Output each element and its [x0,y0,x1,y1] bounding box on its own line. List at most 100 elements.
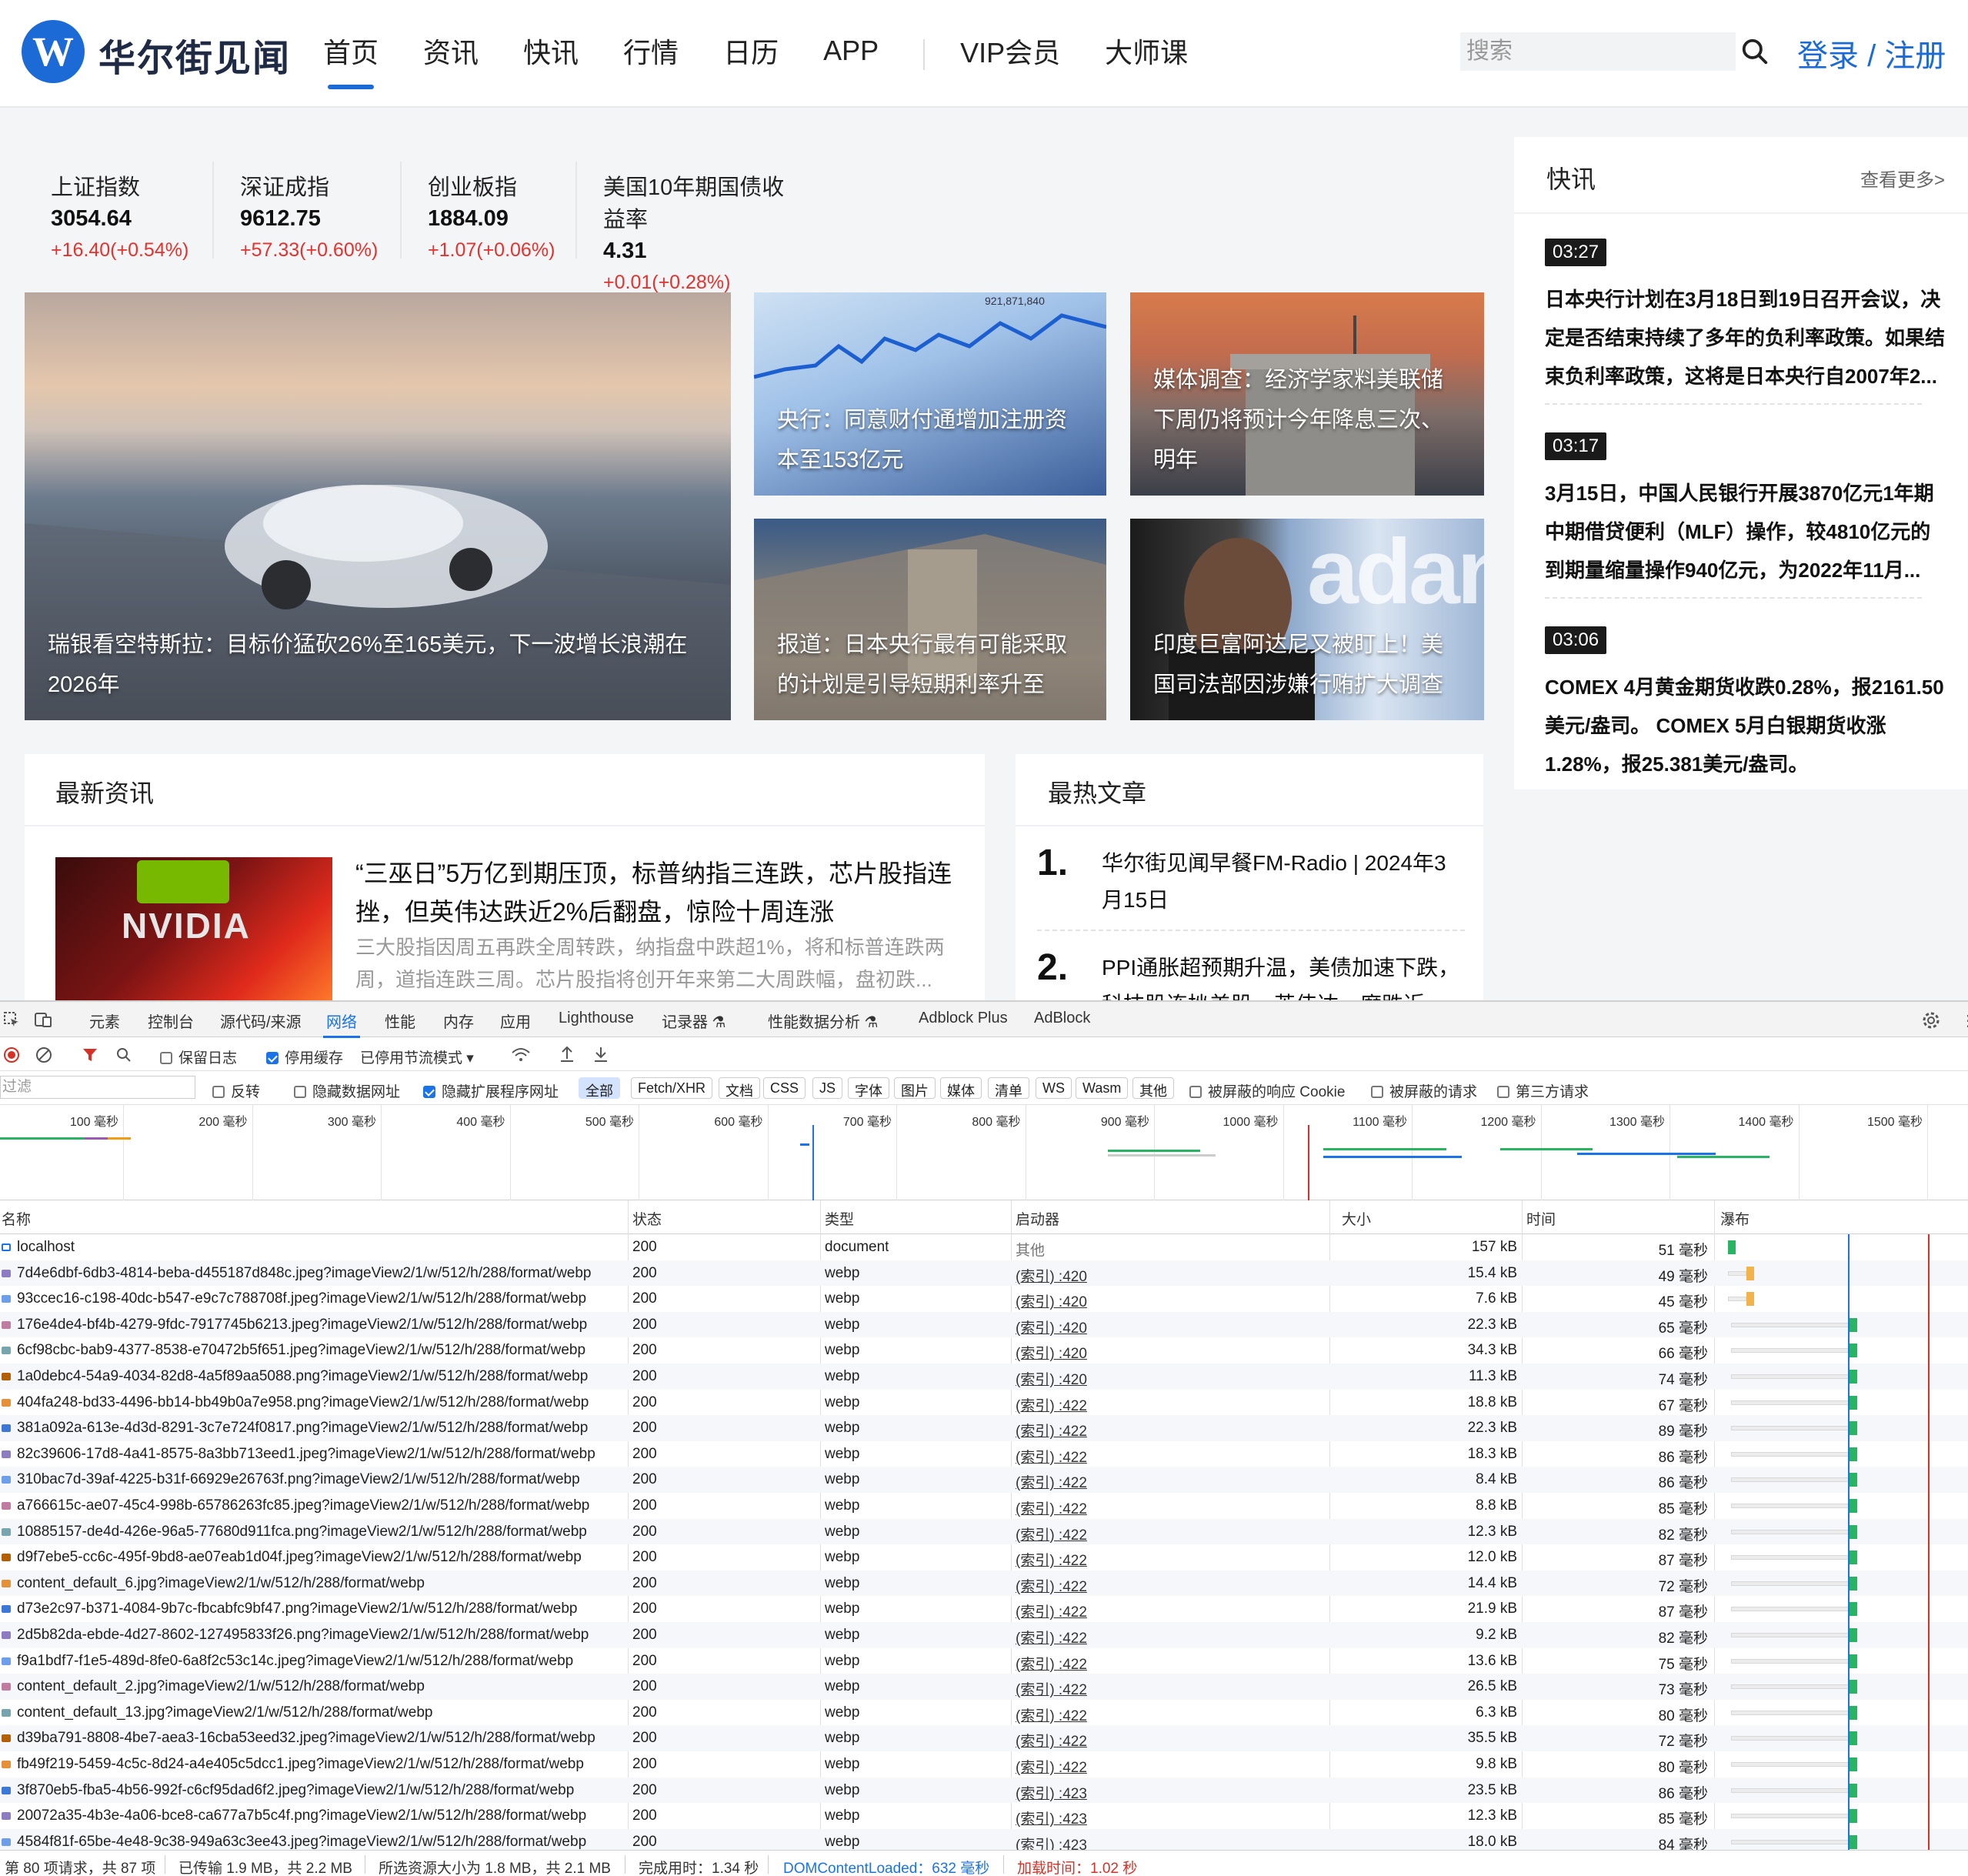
nav-markets[interactable]: 行情 [623,31,679,78]
request-initiator[interactable]: (索引) :422 [1016,1653,1087,1674]
checkbox[interactable] [1497,1086,1509,1098]
network-conditions-icon[interactable] [511,1046,531,1063]
disable-cache-checkbox[interactable]: 停用缓存 [266,1046,343,1067]
search-icon[interactable] [115,1046,132,1063]
tab-network[interactable]: 网络 [323,1010,360,1038]
request-initiator[interactable]: (索引) :420 [1016,1290,1087,1311]
tab-recorder[interactable]: 记录器 ⚗ [662,1010,726,1032]
logo-text[interactable]: 华尔街见闻 [98,28,291,82]
type-filter-media[interactable]: 媒体 [940,1077,982,1099]
request-initiator[interactable]: (索引) :420 [1016,1342,1087,1363]
request-initiator[interactable]: (索引) :422 [1016,1549,1087,1570]
hero-article[interactable]: adani 印度巨富阿达尼又被盯上！美国司法部因涉嫌行贿扩大调查 [1130,519,1484,720]
column-name[interactable]: 名称 [2,1208,31,1229]
request-initiator[interactable]: (索引) :420 [1016,1265,1087,1286]
index-card[interactable]: 创业板指 1884.09 +1.07(+0.06%) [400,162,575,261]
request-row[interactable]: 7d4e6dbf-6db3-4814-beba-d455187d848c.jpe… [0,1260,1968,1287]
import-har-icon[interactable] [559,1045,575,1063]
timeline-overview[interactable]: 100 毫秒 200 毫秒 300 毫秒 400 毫秒 500 毫秒 600 毫秒 700 … [0,1105,1968,1200]
flash-item[interactable]: 03:06 COMEX 4月黄金期货收跌0.28%，报2161.50美元/盎司。… [1545,626,1945,783]
type-filter-img[interactable]: 图片 [894,1077,936,1099]
flash-more-link[interactable]: 查看更多> [1860,165,1945,192]
tab-memory[interactable]: 内存 [443,1010,474,1032]
settings-gear-icon[interactable] [1922,1011,1940,1030]
logo-icon[interactable]: W [22,20,85,83]
checkbox[interactable] [294,1086,306,1098]
type-filter-doc[interactable]: 文档 [719,1077,760,1099]
hero-article[interactable]: 媒体调查：经济学家料美联储下周仍将预计今年降息三次、明年 [1130,292,1484,496]
column-type[interactable]: 类型 [825,1208,854,1229]
request-row[interactable]: 1a0debc4-54a9-4034-82d8-4a5f89aa5088.png… [0,1364,1968,1390]
request-row[interactable]: 20072a35-4b3e-4a06-bce8-ca677a7b5c4f.png… [0,1803,1968,1829]
request-initiator[interactable]: (索引) :423 [1016,1782,1087,1803]
request-row[interactable]: 82c39606-17d8-4a41-8575-8a3bb713eed1.jpe… [0,1441,1968,1467]
request-row[interactable]: 2d5b82da-ebde-4d27-8602-127495833f26.png… [0,1622,1968,1648]
type-filter-ws[interactable]: WS [1036,1077,1072,1099]
index-card[interactable]: 上证指数 3054.64 +16.40(+0.54%) [25,162,212,261]
nav-flash[interactable]: 快讯 [523,31,579,78]
tab-elements[interactable]: 元素 [89,1010,120,1032]
request-row[interactable]: d39ba791-8808-4be7-aea3-16cba53eed32.jpe… [0,1725,1968,1751]
request-initiator[interactable]: (索引) :422 [1016,1704,1087,1725]
article-thumbnail[interactable]: NVIDIA [55,857,332,1000]
nav-news[interactable]: 资讯 [423,31,479,78]
request-row[interactable]: 93ccec16-c198-40dc-b547-e9c7c788708f.jpe… [0,1286,1968,1312]
tab-lighthouse[interactable]: Lighthouse [559,1010,634,1027]
column-initiator[interactable]: 启动器 [1016,1208,1059,1229]
request-row[interactable]: 10885157-de4d-426e-96a5-77680d911fca.png… [0,1518,1968,1545]
hero-article[interactable]: 报道：日本央行最有可能采取的计划是引导短期利率升至 [754,519,1106,720]
record-stop-icon[interactable] [3,1046,20,1063]
flash-item[interactable]: 03:27 日本央行计划在3月18日到19日召开会议，决定是否结束持续了多年的负… [1545,239,1945,396]
flash-item[interactable]: 03:17 3月15日，中国人民银行开展3870亿元1年期中期借贷便利（MLF）… [1545,432,1945,589]
request-row[interactable]: 6cf98cbc-bab9-4377-8538-e70472b5f651.jpe… [0,1337,1968,1364]
invert-checkbox[interactable]: 反转 [212,1080,260,1101]
type-filter-fetch-xhr[interactable]: Fetch/XHR [631,1077,713,1099]
request-row[interactable]: a766615c-ae07-45c4-998b-65786263fc85.jpe… [0,1493,1968,1519]
request-row[interactable]: localhost 200 document 其他 157 kB 51 毫秒 [0,1234,1968,1260]
index-card[interactable]: 深证成指 9612.75 +57.33(+0.60%) [212,162,400,261]
column-waterfall[interactable]: 瀑布 [1720,1208,1750,1229]
device-toolbar-icon[interactable] [34,1011,52,1028]
nav-calendar[interactable]: 日历 [723,31,779,78]
tab-console[interactable]: 控制台 [148,1010,194,1032]
tab-performance-insights[interactable]: 性能数据分析 ⚗ [768,1010,879,1032]
nav-vip[interactable]: VIP会员 [960,31,1060,78]
search-input[interactable] [1460,32,1736,71]
type-filter-css[interactable]: CSS [763,1077,806,1099]
request-initiator[interactable]: (索引) :422 [1016,1601,1087,1621]
hide-ext-urls-checkbox[interactable]: 隐藏扩展程序网址 [423,1080,559,1101]
column-size[interactable]: 大小 [1342,1208,1371,1229]
request-initiator[interactable]: (索引) :423 [1016,1834,1087,1850]
type-filter-all[interactable]: 全部 [579,1077,620,1099]
export-har-icon[interactable] [592,1045,609,1063]
request-row[interactable]: 381a092a-613e-4d3d-8291-3c7e724f0817.png… [0,1415,1968,1441]
request-initiator[interactable]: (索引) :420 [1016,1368,1087,1389]
request-row[interactable]: 404fa248-bd33-4496-bb14-bb49b0a7e958.png… [0,1390,1968,1416]
request-row[interactable]: fb49f219-5459-4c5c-8d24-a4e405c5dcc1.jpe… [0,1751,1968,1778]
type-filter-wasm[interactable]: Wasm [1076,1077,1129,1099]
request-initiator[interactable]: (索引) :422 [1016,1446,1087,1467]
request-initiator[interactable]: (索引) :422 [1016,1756,1087,1777]
request-initiator[interactable]: (索引) :422 [1016,1394,1087,1415]
checkbox-checked[interactable] [423,1086,435,1098]
blocked-cookies-checkbox[interactable]: 被屏蔽的响应 Cookie [1189,1080,1345,1101]
request-initiator[interactable]: (索引) :422 [1016,1730,1087,1751]
request-initiator[interactable]: (索引) :422 [1016,1575,1087,1596]
request-initiator[interactable]: (索引) :422 [1016,1497,1087,1518]
hide-data-urls-checkbox[interactable]: 隐藏数据网址 [294,1080,400,1101]
inspect-icon[interactable] [3,1011,20,1028]
request-initiator[interactable]: (索引) :422 [1016,1471,1087,1492]
tab-sources[interactable]: 源代码/来源 [220,1010,302,1032]
clear-icon[interactable] [35,1046,52,1063]
request-row[interactable]: 310bac7d-39af-4225-b31f-66929e26763f.png… [0,1467,1968,1493]
nav-app[interactable]: APP [823,35,879,75]
filter-funnel-icon[interactable] [82,1046,98,1063]
tab-application[interactable]: 应用 [500,1010,531,1032]
third-party-checkbox[interactable]: 第三方请求 [1497,1080,1589,1101]
request-row[interactable]: 176e4de4-bf4b-4279-9fdc-7917745b6213.jpe… [0,1311,1968,1338]
checkbox-checked[interactable] [266,1052,279,1064]
request-row[interactable]: f9a1bdf7-f1e5-489d-8fe0-6a8f2c53c14c.jpe… [0,1648,1968,1674]
blocked-requests-checkbox[interactable]: 被屏蔽的请求 [1371,1080,1477,1101]
checkbox[interactable] [212,1086,225,1098]
request-row[interactable]: content_default_2.jpg?imageView2/1/w/512… [0,1674,1968,1700]
